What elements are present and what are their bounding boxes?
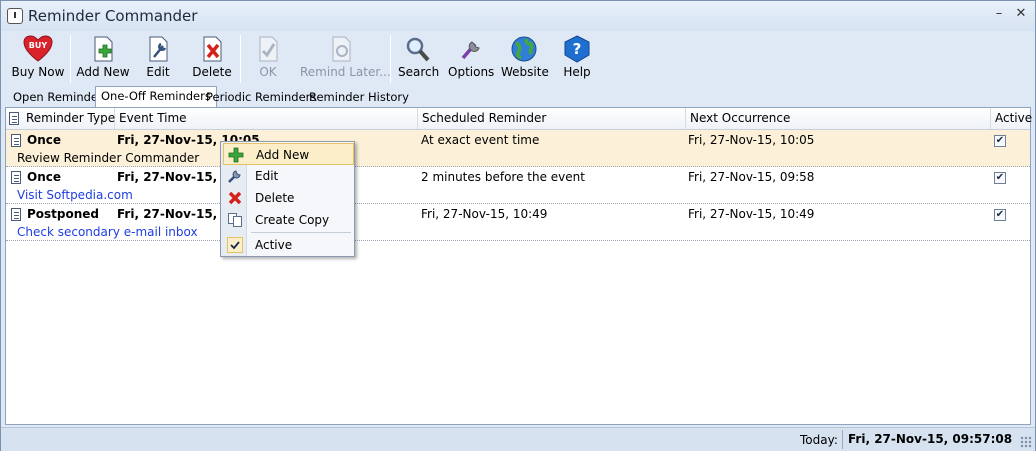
help-button[interactable]: ? Help [562, 33, 592, 85]
list-header: Reminder Type Event Time Scheduled Remin… [6, 108, 1032, 130]
menu-item-delete[interactable]: Delete [223, 187, 354, 209]
menu-item-create-copy[interactable]: Create Copy [223, 209, 354, 231]
checkmark-icon [227, 237, 243, 253]
delete-x-icon [228, 191, 242, 205]
buy-now-label: Buy Now [11, 65, 65, 79]
next-occurrence: Fri, 27-Nov-15, 09:58 [688, 170, 815, 184]
menu-item-active[interactable]: Active [223, 234, 354, 256]
document-icon [11, 134, 21, 147]
search-label: Search [398, 65, 440, 79]
tab-one-off-reminders[interactable]: One-Off Reminders [95, 86, 217, 107]
ok-button[interactable]: OK [253, 33, 283, 85]
document-icon [11, 208, 21, 221]
search-button[interactable]: Search [398, 33, 440, 85]
next-occurrence: Fri, 27-Nov-15, 10:05 [688, 133, 815, 147]
next-occurrence: Fri, 27-Nov-15, 10:49 [688, 207, 815, 221]
toolbar: BUY Buy Now Add New Edit Delete OK Remin… [5, 31, 1031, 87]
column-header-scheduled-reminder[interactable]: Scheduled Reminder [418, 108, 686, 129]
remind-later-label: Remind Later... [300, 65, 391, 79]
ok-label: OK [259, 65, 277, 79]
website-icon [511, 36, 537, 62]
website-label: Website [501, 65, 549, 79]
options-button[interactable]: Options [448, 33, 494, 85]
reminder-list: Reminder Type Event Time Scheduled Remin… [5, 107, 1032, 425]
table-row[interactable]: Postponed Fri, 27-Nov-15, 09: Fri, 27-No… [6, 204, 1030, 241]
toolbar-separator [390, 35, 391, 83]
delete-label: Delete [192, 65, 232, 79]
title-bar: Reminder Commander – ✕ [1, 1, 1035, 31]
search-icon [406, 37, 430, 62]
options-label: Options [448, 65, 495, 79]
reminder-description: Review Reminder Commander [17, 151, 200, 165]
edit-button[interactable]: Edit [139, 33, 177, 85]
ok-icon [259, 36, 278, 62]
toolbar-separator [240, 35, 241, 83]
reminder-description: Check secondary e-mail inbox [17, 225, 198, 239]
menu-separator [251, 232, 351, 233]
active-checkbox[interactable]: ✔ [994, 172, 1006, 184]
column-header-reminder-type[interactable]: Reminder Type [6, 108, 115, 129]
close-button[interactable]: ✕ [1012, 5, 1030, 23]
remind-later-icon [332, 36, 351, 62]
copy-icon [228, 213, 242, 227]
help-label: Help [563, 65, 591, 79]
menu-item-label: Create Copy [255, 213, 330, 227]
buy-now-icon: BUY [23, 35, 53, 62]
add-new-icon [94, 36, 113, 62]
column-header-active[interactable]: Active [991, 108, 1032, 129]
remind-later-button[interactable]: Remind Later... [300, 33, 391, 85]
add-new-button[interactable]: Add New [75, 33, 131, 85]
active-checkbox[interactable]: ✔ [994, 135, 1006, 147]
status-bar: Today: Fri, 27-Nov-15, 09:57:08 [1, 427, 1035, 451]
toolbar-separator [70, 35, 71, 83]
buy-badge-text: BUY [29, 41, 48, 50]
today-value: Fri, 27-Nov-15, 09:57:08 [842, 430, 1014, 449]
edit-label: Edit [146, 65, 170, 79]
edit-icon [149, 36, 168, 62]
column-header-next-occurrence[interactable]: Next Occurrence [686, 108, 991, 129]
tab-strip: Open Reminders One-Off Reminders Periodi… [5, 86, 1031, 107]
reminder-type: Postponed [27, 207, 100, 221]
delete-icon [203, 36, 222, 62]
window-title: Reminder Commander [28, 7, 198, 25]
app-clock-icon [7, 8, 23, 24]
scheduled-reminder: Fri, 27-Nov-15, 10:49 [421, 207, 548, 221]
table-row[interactable]: Once Fri, 27-Nov-15, 10: 2 minutes befor… [6, 167, 1030, 204]
app-window: Reminder Commander – ✕ BUY Buy Now Add N… [0, 0, 1036, 451]
minimize-button[interactable]: – [990, 5, 1008, 23]
menu-item-label: Active [255, 238, 293, 252]
today-label: Today: [800, 433, 838, 447]
buy-now-button[interactable]: BUY Buy Now [9, 33, 67, 85]
menu-item-edit[interactable]: Edit [223, 165, 354, 187]
tab-reminder-history[interactable]: Reminder History [304, 88, 414, 107]
context-menu: Add New Edit Delete Create Copy Active [220, 141, 355, 257]
menu-item-label: Edit [255, 169, 279, 183]
table-row[interactable]: Once Fri, 27-Nov-15, 10:05 At exact even… [6, 130, 1030, 167]
menu-item-label: Delete [255, 191, 295, 205]
add-new-label: Add New [76, 65, 130, 79]
reminder-description: Visit Softpedia.com [17, 188, 133, 202]
reminder-type: Once [27, 170, 61, 184]
wrench-icon [228, 170, 241, 183]
document-icon [9, 112, 19, 125]
resize-grip[interactable] [1020, 436, 1032, 448]
help-icon: ? [564, 35, 590, 63]
options-icon [461, 41, 480, 60]
document-icon [11, 171, 21, 184]
add-icon [228, 147, 244, 163]
active-checkbox[interactable]: ✔ [994, 209, 1006, 221]
menu-item-add-new[interactable]: Add New [223, 143, 354, 165]
delete-button[interactable]: Delete [191, 33, 233, 85]
scheduled-reminder: 2 minutes before the event [421, 170, 585, 184]
reminder-type: Once [27, 133, 61, 147]
website-button[interactable]: Website [501, 33, 549, 85]
column-header-event-time[interactable]: Event Time [115, 108, 418, 129]
help-glyph: ? [573, 40, 582, 58]
menu-item-label: Add New [256, 148, 310, 162]
scheduled-reminder: At exact event time [421, 133, 540, 147]
